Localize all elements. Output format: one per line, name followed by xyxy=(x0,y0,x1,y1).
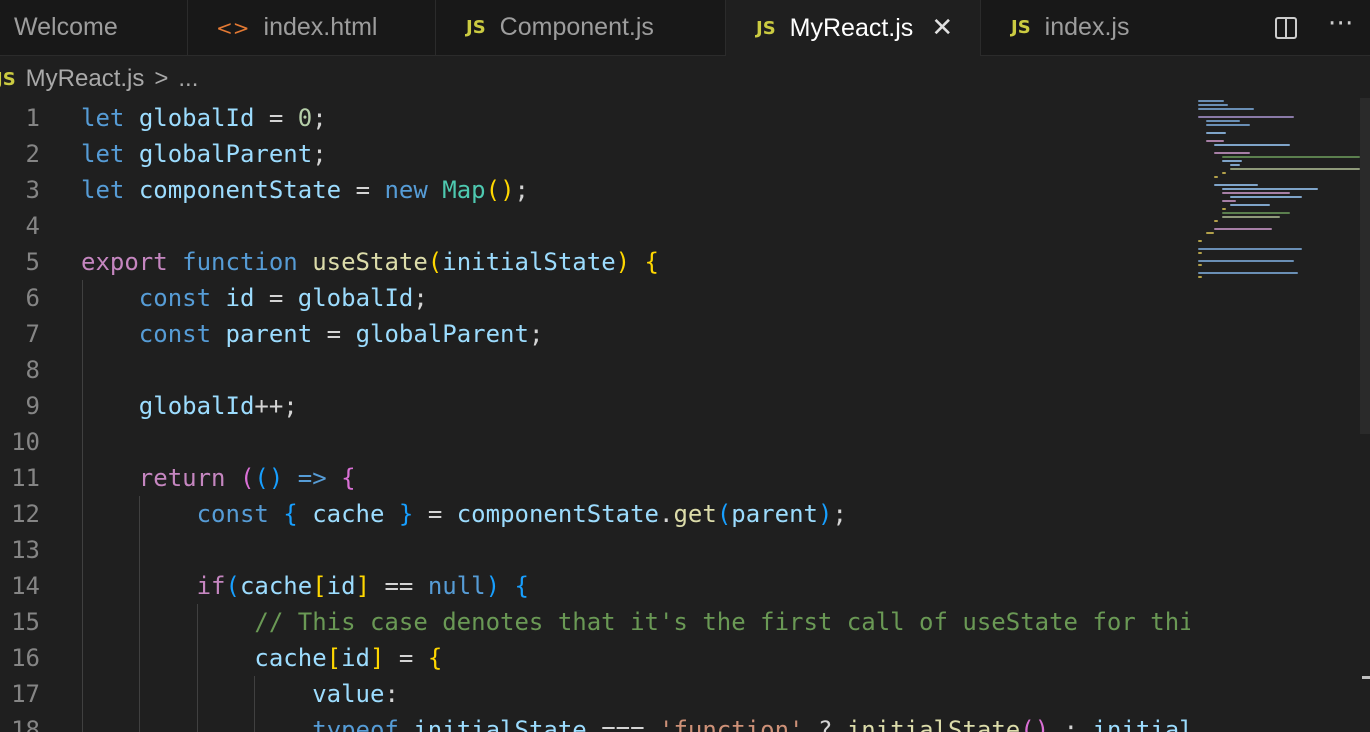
code-line: 16 cache[id] = { xyxy=(0,640,1190,676)
line-number: 7 xyxy=(25,320,40,348)
code-line: 10 xyxy=(0,424,1190,460)
tab-myreact-js[interactable]: JS MyReact.js ✕ xyxy=(726,0,981,56)
line-number: 16 xyxy=(11,644,40,672)
tab-label: index.html xyxy=(263,13,378,41)
line-number: 2 xyxy=(25,140,40,168)
tab-index-js[interactable]: JS index.js xyxy=(981,0,1181,55)
more-actions-icon[interactable]: ⋯ xyxy=(1328,8,1355,38)
js-file-icon: JS xyxy=(466,17,486,38)
line-number: 6 xyxy=(25,284,40,312)
tab-index-html[interactable]: <> index.html xyxy=(188,0,436,55)
code-line: 13 xyxy=(0,532,1190,568)
code-line: 9 globalId++; xyxy=(0,388,1190,424)
breadcrumb: JS MyReact.js > ... xyxy=(0,62,198,96)
code-line: 4 xyxy=(0,208,1190,244)
tab-label: index.js xyxy=(1044,13,1130,41)
line-number: 10 xyxy=(11,428,40,456)
code-line: 15 // This case denotes that it's the fi… xyxy=(0,604,1190,640)
code-line: 3 let componentState = new Map(); xyxy=(0,172,1190,208)
line-number: 9 xyxy=(25,392,40,420)
breadcrumb-file[interactable]: MyReact.js xyxy=(26,65,145,93)
code-line: 8 xyxy=(0,352,1190,388)
tab-label: MyReact.js xyxy=(789,13,914,42)
chevron-right-icon: > xyxy=(154,65,169,92)
code-line: 17 value: xyxy=(0,676,1190,712)
code-line: 5 export function useState(initialState) … xyxy=(0,244,1190,280)
code-line: 12 const { cache } = componentState.get(… xyxy=(0,496,1190,532)
code-line: 2 let globalParent; xyxy=(0,136,1190,172)
line-number: 18 xyxy=(11,716,40,732)
js-file-icon: JS xyxy=(1011,17,1031,38)
minimap[interactable] xyxy=(1196,98,1360,732)
tab-bar: Welcome <> index.html JS Component.js JS… xyxy=(0,0,1370,56)
tab-label: Component.js xyxy=(499,13,654,41)
code-line: 18 typeof initialState === 'function' ? … xyxy=(0,712,1190,732)
line-number: 4 xyxy=(25,212,40,240)
line-number: 13 xyxy=(11,536,40,564)
tab-label: Welcome xyxy=(14,13,118,41)
code-line: 14 if(cache[id] == null) { xyxy=(0,568,1190,604)
tab-component-js[interactable]: JS Component.js xyxy=(436,0,726,55)
line-number: 1 xyxy=(25,104,40,132)
code-line: 11 return (() => { xyxy=(0,460,1190,496)
line-number: 11 xyxy=(11,464,40,492)
line-number: 15 xyxy=(11,608,40,636)
scrollbar-thumb[interactable] xyxy=(1360,98,1370,434)
code-line: 1 let globalId = 0; xyxy=(0,100,1190,136)
line-number: 8 xyxy=(25,356,40,384)
code-line: 6 const id = globalId; xyxy=(0,280,1190,316)
editor-actions: ⋯ xyxy=(1260,0,1370,55)
code-line: 7 const parent = globalParent; xyxy=(0,316,1190,352)
js-file-icon: JS xyxy=(0,68,16,90)
html-file-icon: <> xyxy=(216,15,250,40)
line-number: 3 xyxy=(25,176,40,204)
line-number: 12 xyxy=(11,500,40,528)
line-number: 5 xyxy=(25,248,40,276)
breadcrumb-symbol[interactable]: ... xyxy=(178,65,198,93)
line-number: 17 xyxy=(11,680,40,708)
tab-welcome[interactable]: Welcome xyxy=(0,0,188,55)
code-editor[interactable]: 1 let globalId = 0; 2 let globalParent; 3l… xyxy=(0,100,1190,732)
split-editor-icon[interactable] xyxy=(1275,16,1298,39)
line-number: 14 xyxy=(11,572,40,600)
js-file-icon: JS xyxy=(756,17,776,39)
close-icon[interactable]: ✕ xyxy=(931,13,953,43)
scrollbar-cursor-marker xyxy=(1362,676,1370,679)
